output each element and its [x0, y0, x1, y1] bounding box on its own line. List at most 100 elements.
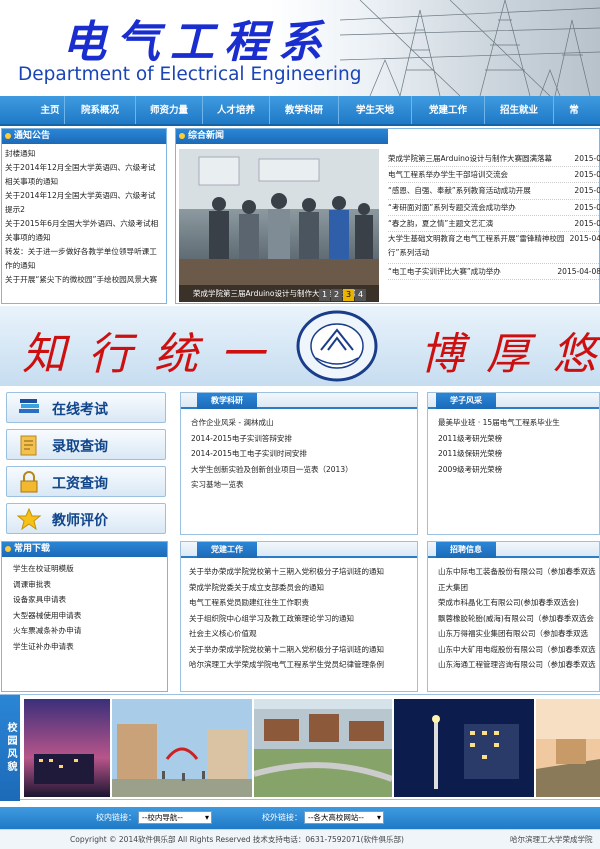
party-item[interactable]: 电气工程系党员励建红往生工作职责	[189, 595, 415, 611]
student-style-panel: 学子风采 最美毕业班 · 15届电气工程系毕业生 2011级考研光荣榜 2011…	[427, 392, 600, 535]
gallery-photo[interactable]	[536, 699, 600, 797]
nav-item-home[interactable]: 主页	[36, 96, 64, 124]
party-item[interactable]: 关于举办荣成学院党校第十三期入党积极分子培训班的通知	[189, 564, 415, 580]
campus-gallery: 校园风貌	[0, 694, 600, 801]
motto-right: 博厚悠	[420, 329, 600, 380]
notice-item[interactable]: 转发：关于进一步做好各教学单位领导听课工作的通知	[5, 245, 163, 273]
site-header: 电气工程系 Department of Electrical Engineeri…	[0, 0, 600, 96]
news-row[interactable]: “春之韵，夏之情”主题文艺汇演 2015-0	[388, 216, 600, 232]
internal-links-label: 校内链接：	[96, 813, 136, 822]
external-links-label: 校外链接：	[262, 813, 302, 822]
news-item-date: 2015-0	[574, 218, 600, 228]
downloads-title: 常用下载	[2, 542, 167, 557]
teacher-eval-button[interactable]: 教师评价	[6, 503, 166, 534]
nav-item-faculty[interactable]: 师资力量	[136, 96, 202, 124]
news-item-title: 荣成学院第三届Arduino设计与制作大赛圆满落幕	[388, 154, 553, 163]
party-item[interactable]: 关于组织院中心组学习及教工政策理论学习的通知	[189, 611, 415, 627]
footer: Copyright © 2014软件俱乐部 All Rights Reserve…	[0, 829, 600, 849]
links-bar: 校内链接： --校内导航-- 校外链接： --各大高校网站--	[0, 807, 600, 829]
download-item[interactable]: 调课审批表	[2, 577, 167, 593]
pager-button[interactable]: 1	[319, 289, 330, 301]
external-links-select[interactable]: --各大高校网站--	[304, 811, 384, 824]
gallery-photo[interactable]	[394, 699, 534, 797]
news-title: 综合新闻	[176, 129, 388, 144]
nav-item-training[interactable]: 人才培养	[203, 96, 269, 124]
news-row[interactable]: 荣成学院第三届Arduino设计与制作大赛圆满落幕 2015-0	[388, 151, 600, 168]
gallery-photo[interactable]	[254, 699, 392, 797]
gallery-photo[interactable]	[24, 699, 110, 797]
news-panel: 综合新闻 荣成学院第三届Arduino设计与制作大赛圆满落幕 1 2 3 4 荣…	[175, 128, 600, 304]
news-item-date: 2015-04-08	[557, 266, 600, 276]
university-seal-icon	[296, 310, 378, 382]
nav-item-students[interactable]: 学生天地	[339, 96, 411, 124]
site-title-en: Department of Electrical Engineering	[18, 64, 362, 85]
news-item-date: 2015-0	[574, 186, 600, 196]
news-item-title: “电工电子实训评比大赛”成功举办	[388, 266, 501, 276]
news-row[interactable]: “感恩、自强、奉献”系列教育活动成功开展 2015-0	[388, 183, 600, 200]
news-photo[interactable]: 荣成学院第三届Arduino设计与制作大赛圆满落幕 1 2 3 4	[179, 149, 379, 302]
teaching-panel: 教学科研 合作企业风采 - 澜林成山 2014-2015电子实训答辩安排 201…	[180, 392, 418, 535]
gallery-photo[interactable]	[112, 699, 252, 797]
teaching-item[interactable]: 2014-2015电工电子实训时间安排	[191, 446, 415, 462]
notice-item[interactable]: 关于2014年12月全国大学英语四、六级考试提示2	[5, 189, 163, 217]
motto-banner: 知行统一 博厚悠	[0, 306, 600, 386]
party-item[interactable]: 社会主义核心价值观	[189, 626, 415, 642]
recruit-panel: 招聘信息 山东中际电工装备股份有限公司（参加春季双选 正大集团 荣成市科晶化工有…	[427, 541, 600, 692]
admission-query-button[interactable]: 录取查询	[6, 429, 166, 460]
nav-item-more[interactable]: 常	[554, 96, 594, 124]
pager-button-active[interactable]: 3	[343, 289, 354, 301]
news-row[interactable]: “电工电子实训评比大赛”成功举办 2015-04-08	[388, 264, 600, 281]
party-item[interactable]: 荣成学院党委关于成立支部委员会的通知	[189, 580, 415, 596]
lock-icon	[20, 471, 38, 493]
party-title: 党建工作	[197, 542, 257, 558]
download-item[interactable]: 设备家具申请表	[2, 592, 167, 608]
notice-item[interactable]: 关于开展“紧尖下的微校园”手绘校园风景大赛	[5, 273, 163, 287]
online-exam-label: 在线考试	[52, 402, 108, 418]
recruit-item[interactable]: 飘蓉橡胶轮胎(威海)有限公司（参加春季双选会	[438, 611, 597, 627]
nav-item-overview[interactable]: 院系概况	[65, 96, 135, 124]
nav-item-party[interactable]: 党建工作	[412, 96, 484, 124]
news-item-title: 电气工程系举办学生干部培训交流会	[388, 170, 508, 180]
download-item[interactable]: 火车票减条补办申请	[2, 623, 167, 639]
teaching-item[interactable]: 合作企业风采 - 澜林成山	[191, 415, 415, 431]
notice-item[interactable]: 封楼通知	[5, 147, 163, 161]
pager-button[interactable]: 4	[355, 289, 366, 301]
internal-links-select[interactable]: --校内导航--	[138, 811, 212, 824]
style-item[interactable]: 最美毕业班 · 15届电气工程系毕业生	[438, 415, 597, 431]
news-row[interactable]: “考研面对面”系列专题交流会成功举办 2015-0	[388, 200, 600, 216]
news-row[interactable]: 电气工程系举办学生干部培训交流会 2015-0	[388, 167, 600, 184]
teaching-item[interactable]: 大学生创新实验及创新创业项目一览表（2013）	[191, 462, 415, 478]
recruit-item[interactable]: 山东海通工程管理咨询有限公司（参加春季双选	[438, 657, 597, 673]
news-item-date: 2015-0	[574, 154, 600, 163]
teaching-item[interactable]: 2014-2015电子实训答辩安排	[191, 431, 415, 447]
nav-item-research[interactable]: 教学科研	[270, 96, 338, 124]
nav-item-admissions[interactable]: 招生就业	[485, 96, 553, 124]
party-item[interactable]: 哈尔滨理工大学荣成学院电气工程系学生党员纪律管理条例	[189, 657, 415, 673]
download-item[interactable]: 学生在校证明模版	[2, 561, 167, 577]
style-item[interactable]: 2011级考研光荣榜	[438, 431, 597, 447]
teaching-item[interactable]: 实习基地一览表	[191, 477, 415, 493]
party-item[interactable]: 关于举办荣成学院党校第十二期入党积极分子培训班的通知	[189, 642, 415, 658]
recruit-item[interactable]: 山东中大矿用电缆股份有限公司（参加春季双选	[438, 642, 597, 658]
pager-button[interactable]: 2	[331, 289, 342, 301]
recruit-item[interactable]: 正大集团	[438, 580, 597, 596]
notice-item[interactable]: 关于2015年6月全国大学外语四、六级考试相关事项的通知	[5, 217, 163, 245]
online-exam-button[interactable]: 在线考试	[6, 392, 166, 423]
recruit-item[interactable]: 山东中际电工装备股份有限公司（参加春季双选	[438, 564, 597, 580]
notice-item[interactable]: 关于2014年12月全国大学英语四、六级考试相关事项的通知	[5, 161, 163, 189]
recruit-item[interactable]: 荣成市科晶化工有限公司(参加春季双选会)	[438, 595, 597, 611]
downloads-panel: 常用下载 学生在校证明模版 调课审批表 设备家具申请表 大型器械使用申请表 火车…	[1, 541, 168, 692]
style-item[interactable]: 2009级考研光荣榜	[438, 462, 597, 478]
news-list: 荣成学院第三届Arduino设计与制作大赛圆满落幕 2015-0 电气工程系举办学…	[388, 151, 600, 281]
download-item[interactable]: 学生证补办申请表	[2, 639, 167, 655]
download-item[interactable]: 大型器械使用申请表	[2, 608, 167, 624]
recruit-item[interactable]: 山东万得福实业集团有限公司（参加春季双选	[438, 626, 597, 642]
style-item[interactable]: 2011级保研光荣榜	[438, 446, 597, 462]
news-row[interactable]: 大学生基础文明教育之电气工程系开展“雷锋精神校园行”系列活动 2015-04	[388, 232, 600, 264]
notice-title: 通知公告	[2, 129, 166, 144]
salary-query-button[interactable]: 工资查询	[6, 466, 166, 497]
news-item-date: 2015-0	[574, 202, 600, 212]
recruit-title: 招聘信息	[436, 542, 496, 558]
gallery-label: 校园风貌	[0, 695, 20, 801]
news-item-title: “春之韵，夏之情”主题文艺汇演	[388, 218, 494, 228]
